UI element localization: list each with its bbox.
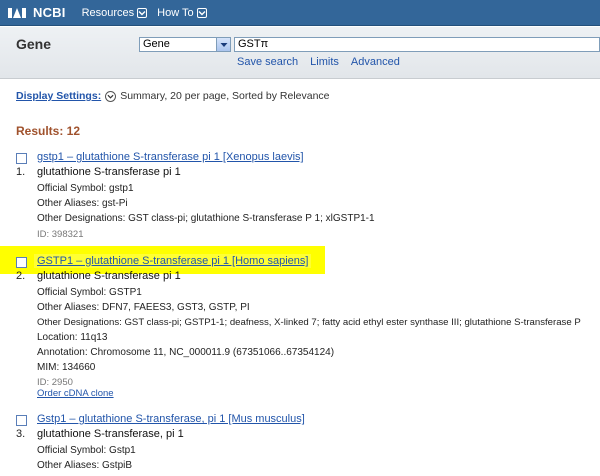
other-designations: Other Designations: GST class-pi; glutat… (37, 213, 375, 224)
menu-how-to[interactable]: How To (157, 6, 207, 19)
result-description: glutathione S-transferase pi 1 (37, 270, 181, 282)
menu-resources[interactable]: Resources (82, 7, 148, 19)
search-bar: Gene Gene GSTπ Save search Limits Advanc… (0, 27, 600, 79)
database-title: Gene (16, 36, 52, 52)
result-item: 1. gstp1 – glutathione S-transferase pi … (16, 151, 600, 241)
save-search-link[interactable]: Save search (237, 56, 298, 68)
search-input[interactable]: GSTπ (234, 37, 600, 52)
display-settings-link[interactable]: Display Settings: (16, 90, 101, 102)
other-aliases: Other Aliases: DFN7, FAEES3, GST3, GSTP,… (37, 302, 250, 313)
menu-how-to-label: How To (157, 6, 194, 19)
result-title-link[interactable]: GSTP1 – glutathione S-transferase pi 1 [… (34, 254, 312, 268)
search-input-value: GSTπ (238, 38, 269, 50)
order-cdna-clone-link[interactable]: Order cDNA clone (37, 388, 114, 399)
result-checkbox[interactable] (16, 257, 27, 268)
result-checkbox[interactable] (16, 153, 27, 164)
display-settings-summary: Summary, 20 per page, Sorted by Relevanc… (120, 90, 330, 102)
result-number: 3. (16, 428, 26, 440)
gene-id: ID: 2950 (37, 377, 73, 388)
menu-resources-label: Resources (81, 6, 135, 19)
gene-id: ID: 398321 (37, 229, 84, 240)
official-symbol: Official Symbol: gstp1 (37, 183, 134, 194)
other-designations: Other Designations: GST class-pi; GSTP1-… (37, 317, 581, 328)
other-aliases: Other Aliases: GstpiB (37, 460, 133, 471)
results-count: Results: 12 (16, 124, 81, 138)
display-settings: Display Settings: Summary, 20 per page, … (16, 90, 330, 102)
chevron-down-icon (196, 7, 207, 18)
chevron-down-icon (137, 7, 148, 18)
ncbi-logo[interactable]: NCBI (8, 5, 66, 20)
search-links: Save search Limits Advanced (237, 56, 412, 68)
top-menu: Resources How To (82, 7, 217, 19)
official-symbol: Official Symbol: GSTP1 (37, 287, 142, 298)
other-aliases: Other Aliases: gst-Pi (37, 198, 128, 209)
result-checkbox[interactable] (16, 415, 27, 426)
ncbi-logo-text: NCBI (33, 5, 66, 20)
chevron-down-icon[interactable] (105, 90, 117, 102)
database-select-value: Gene (143, 38, 170, 50)
ncbi-topbar: NCBI Resources How To (0, 0, 600, 26)
result-description: glutathione S-transferase, pi 1 (37, 428, 184, 440)
result-title-link[interactable]: gstp1 – glutathione S-transferase pi 1 [… (37, 151, 304, 163)
result-number: 2. (16, 270, 26, 282)
mim: MIM: 134660 (37, 362, 96, 373)
database-select[interactable]: Gene (139, 37, 231, 52)
result-item: 2. GSTP1 – glutathione S-transferase pi … (16, 254, 600, 401)
dropdown-arrow-icon[interactable] (216, 38, 230, 51)
limits-link[interactable]: Limits (310, 56, 339, 68)
annotation: Annotation: Chromosome 11, NC_000011.9 (… (37, 347, 335, 358)
result-item: 3. Gstp1 – glutathione S-transferase, pi… (16, 413, 600, 476)
result-number: 1. (16, 166, 26, 178)
ncbi-logo-icon (8, 7, 26, 18)
advanced-link[interactable]: Advanced (351, 56, 400, 68)
result-title-link[interactable]: Gstp1 – glutathione S-transferase, pi 1 … (37, 413, 305, 425)
result-description: glutathione S-transferase pi 1 (37, 166, 181, 178)
official-symbol: Official Symbol: Gstp1 (37, 445, 136, 456)
location: Location: 11q13 (37, 332, 108, 343)
